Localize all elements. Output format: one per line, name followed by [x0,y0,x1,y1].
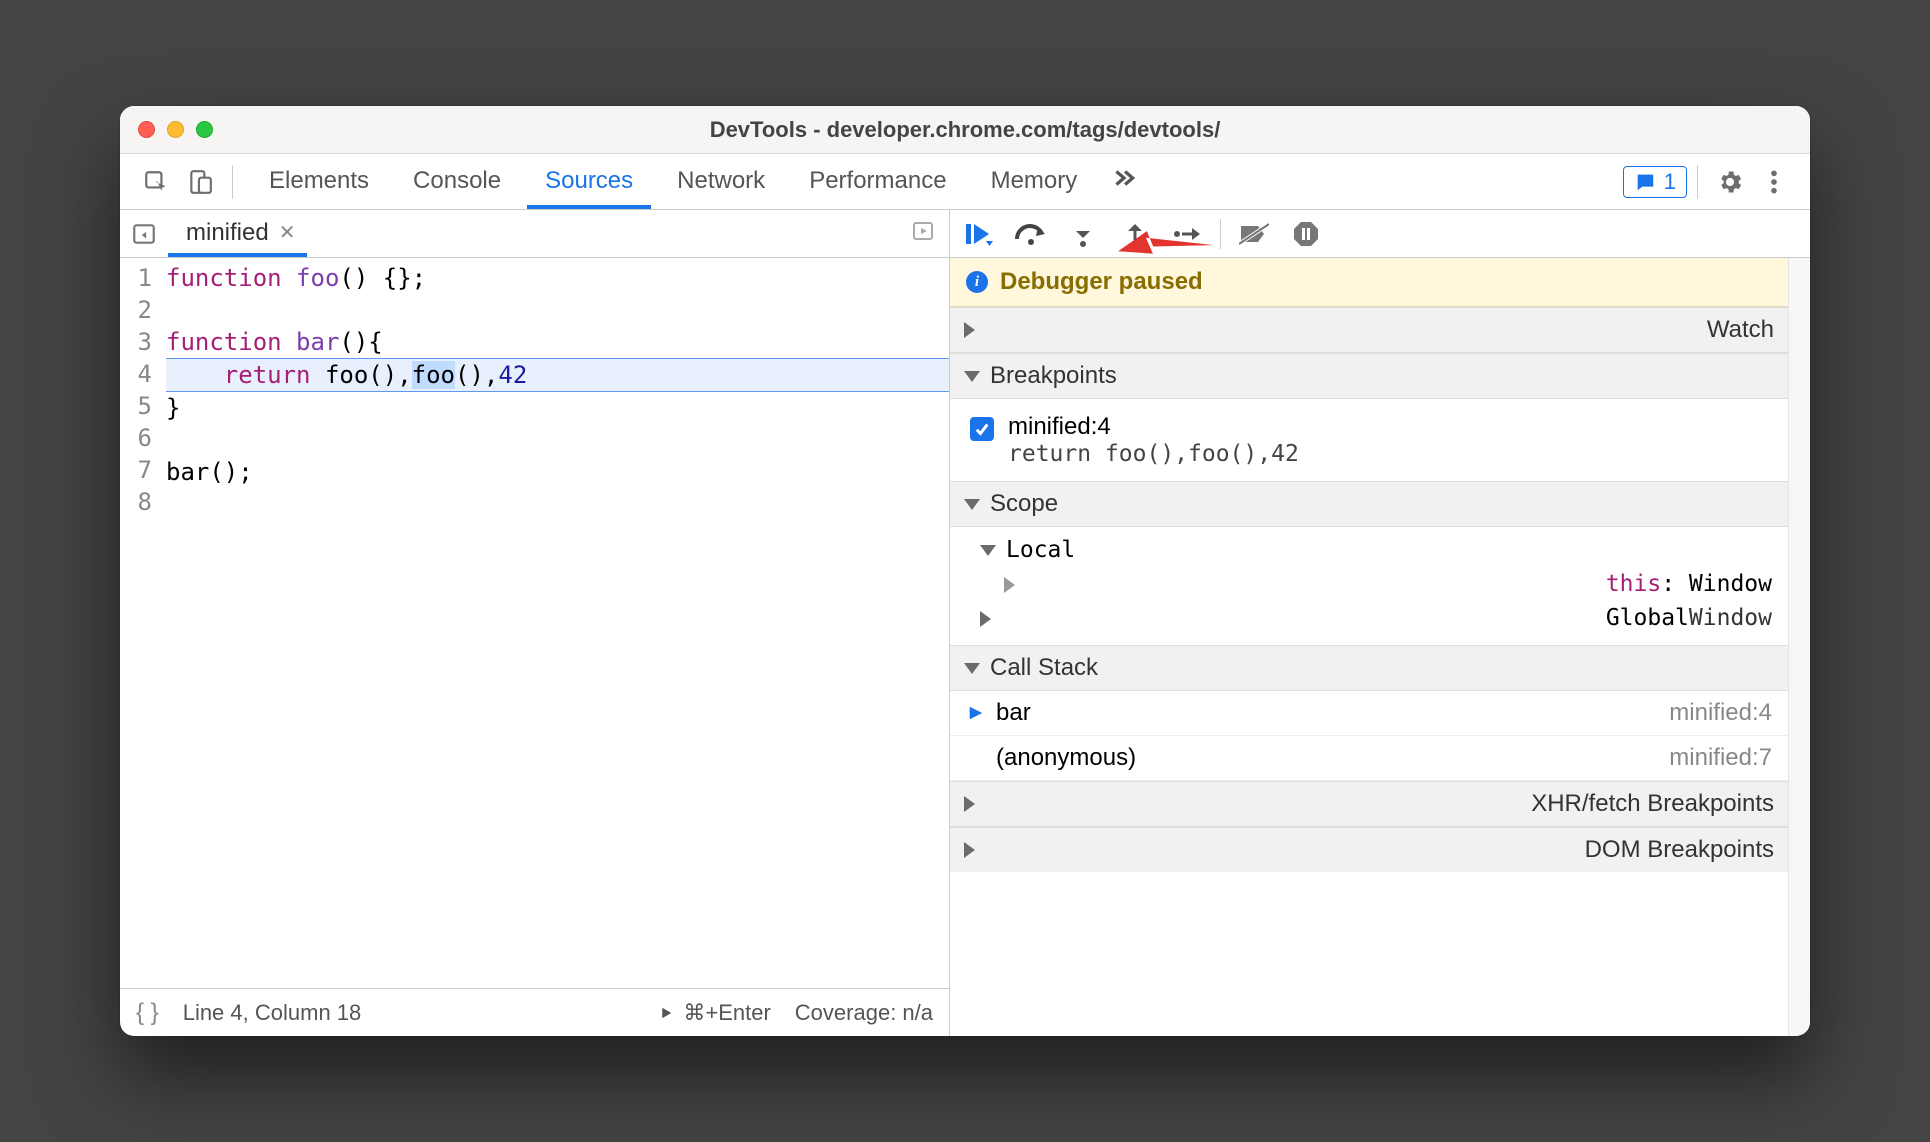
file-name: minified [186,219,269,247]
step-icon[interactable] [1168,215,1206,253]
chevron-right-icon [980,611,1596,627]
line-gutter: 1 2 3 4 5 6 7 8 [120,258,160,988]
device-toggle-icon[interactable] [178,160,222,204]
inspect-icon[interactable] [134,160,178,204]
section-watch[interactable]: Watch [950,307,1788,353]
file-tab-minified[interactable]: minified ✕ [168,210,307,257]
tab-more-icon[interactable] [1103,155,1145,209]
divider [232,165,233,199]
breakpoint-checkbox[interactable] [970,417,994,441]
run-snippet-icon[interactable] [911,219,935,248]
divider [1220,219,1221,249]
tab-network[interactable]: Network [659,155,783,209]
debugger-paused-banner: i Debugger paused [950,258,1788,307]
code-content[interactable]: function foo() {}; function bar(){ retur… [160,258,949,988]
coverage-status: Coverage: n/a [795,1000,933,1026]
issues-count: 1 [1664,169,1676,195]
panel-tabs: Elements Console Sources Network Perform… [251,155,1145,209]
section-xhr-breakpoints[interactable]: XHR/fetch Breakpoints [950,781,1788,827]
chevron-right-icon [964,842,1575,858]
code-editor[interactable]: 1 2 3 4 5 6 7 8 function foo() {}; funct… [120,258,949,988]
top-toolbar: Elements Console Sources Network Perform… [120,154,1810,210]
tab-memory[interactable]: Memory [973,155,1096,209]
title-bar: DevTools - developer.chrome.com/tags/dev… [120,106,1810,154]
chevron-down-icon [980,545,996,556]
debugger-toolbar [950,210,1810,258]
run-hint: ⌘+Enter [657,1000,770,1026]
pretty-print-icon[interactable]: { } [136,999,159,1027]
divider [1697,165,1698,199]
close-file-icon[interactable]: ✕ [279,220,296,245]
tab-elements[interactable]: Elements [251,155,387,209]
gear-icon[interactable] [1708,160,1752,204]
tab-console[interactable]: Console [395,155,519,209]
chevron-right-icon [964,322,1697,338]
call-frame[interactable]: bar minified:4 [950,691,1788,736]
scope-body: Local this: Window Global Window [950,527,1788,645]
scope-global[interactable]: Global Window [966,601,1772,635]
breakpoint-snippet: return foo(),foo(),42 [1008,441,1299,467]
section-callstack[interactable]: Call Stack [950,645,1788,691]
call-frame[interactable]: (anonymous) minified:7 [950,736,1788,781]
tab-performance[interactable]: Performance [791,155,964,209]
window-title: DevTools - developer.chrome.com/tags/dev… [120,117,1810,143]
scope-local[interactable]: Local [966,533,1772,567]
scope-this[interactable]: this: Window [966,567,1772,601]
callstack-body: bar minified:4 (anonymous) minified:7 [950,691,1788,781]
cursor-position: Line 4, Column 18 [183,1000,362,1026]
status-bar: { } Line 4, Column 18 ⌘+Enter Coverage: … [120,988,949,1036]
scrollbar[interactable] [1788,258,1810,1036]
issues-badge[interactable]: 1 [1623,166,1687,198]
step-over-icon[interactable] [1012,215,1050,253]
chevron-down-icon [964,663,980,674]
chevron-right-icon [1004,577,1596,593]
sources-left-pane: minified ✕ 1 2 3 4 5 6 7 8 function foo(… [120,210,950,1036]
navigator-toggle-icon[interactable] [120,221,168,247]
devtools-window: DevTools - developer.chrome.com/tags/dev… [120,106,1810,1036]
resume-icon[interactable] [960,215,998,253]
section-dom-breakpoints[interactable]: DOM Breakpoints [950,827,1788,872]
current-frame-icon [966,704,986,722]
chevron-right-icon [964,796,1521,812]
chevron-down-icon [964,499,980,510]
tab-sources[interactable]: Sources [527,155,651,209]
debugger-panels: i Debugger paused Watch Breakpoints [950,258,1788,1036]
section-breakpoints[interactable]: Breakpoints [950,353,1788,399]
chevron-down-icon [964,371,980,382]
kebab-menu-icon[interactable] [1752,160,1796,204]
step-out-icon[interactable] [1116,215,1154,253]
deactivate-breakpoints-icon[interactable] [1235,215,1273,253]
breakpoint-item[interactable]: minified:4 return foo(),foo(),42 [966,407,1772,473]
breakpoints-body: minified:4 return foo(),foo(),42 [950,399,1788,481]
section-scope[interactable]: Scope [950,481,1788,527]
info-icon: i [966,271,988,293]
debugger-pane: i Debugger paused Watch Breakpoints [950,210,1810,1036]
step-into-icon[interactable] [1064,215,1102,253]
pause-on-exceptions-icon[interactable] [1287,215,1325,253]
file-tab-bar: minified ✕ [120,210,949,258]
breakpoint-title: minified:4 [1008,413,1299,441]
